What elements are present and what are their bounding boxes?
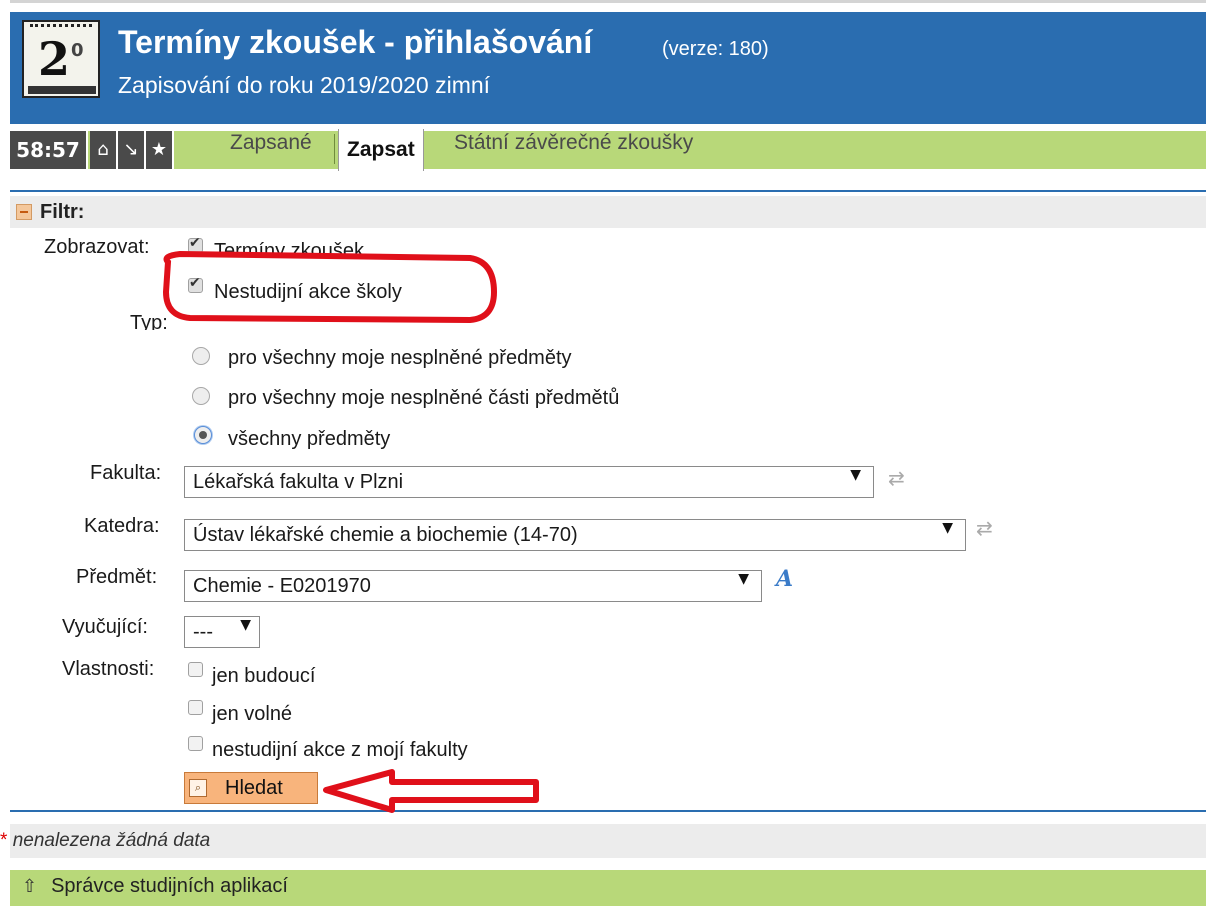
checkbox-nestudijni-akce-skoly[interactable] bbox=[188, 275, 203, 293]
faculty-label: Fakulta: bbox=[90, 462, 162, 484]
checkbox-jen-budouci[interactable] bbox=[188, 662, 203, 677]
calendar-icon: 2 0 bbox=[22, 20, 100, 98]
calendar-number: 2 bbox=[38, 32, 71, 86]
search-button[interactable]: ⌕ Hledat bbox=[184, 772, 318, 804]
checkbox-jen-volne-label: jen volné bbox=[212, 703, 293, 725]
checkbox-jen-budouci-label: jen budoucí bbox=[212, 665, 316, 687]
swap-icon[interactable]: ⇄ bbox=[976, 516, 993, 540]
chevron-down-icon: ▼ bbox=[240, 617, 251, 633]
show-label: Zobrazovat: bbox=[44, 236, 150, 258]
calendar-bar bbox=[28, 86, 96, 94]
checkbox-terminy-zkousek[interactable] bbox=[188, 235, 203, 253]
subject-select-value: Chemie - E0201970 bbox=[193, 575, 371, 597]
faculty-select-value: Lékařská fakulta v Plzni bbox=[193, 471, 404, 493]
filter-title: Filtr: bbox=[40, 201, 85, 223]
chevron-down-icon: ▼ bbox=[942, 520, 953, 536]
footer-link[interactable]: ⇧ Správce studijních aplikací bbox=[22, 875, 288, 898]
radio-nesplnene-predmety-label: pro všechny moje nesplněné předměty bbox=[228, 347, 572, 369]
section-divider bbox=[10, 810, 1206, 812]
page-subtitle: Zapisování do roku 2019/2020 zimní bbox=[118, 72, 491, 98]
properties-label: Vlastnosti: bbox=[62, 658, 155, 680]
search-button-label: Hledat bbox=[225, 777, 283, 799]
collapse-icon[interactable] bbox=[16, 204, 32, 220]
checkbox-nestudijni-akce-fakulty[interactable] bbox=[188, 736, 203, 751]
checkbox-jen-volne[interactable] bbox=[188, 700, 203, 715]
radio-vsechny-predmety-label: všechny předměty bbox=[228, 428, 391, 450]
subject-label: Předmět: bbox=[76, 566, 158, 588]
arrow-up-icon: ⇧ bbox=[22, 876, 38, 897]
no-data-message: * nenalezena žádná data bbox=[0, 830, 210, 852]
download-icon[interactable]: ↘ bbox=[118, 131, 146, 169]
filter-header bbox=[10, 196, 1206, 228]
session-timer: 58:57 bbox=[10, 131, 88, 169]
radio-nesplnene-casti-predmetu[interactable] bbox=[192, 387, 210, 405]
teacher-select[interactable]: --- ▼ bbox=[184, 616, 260, 648]
tab-zapsat[interactable]: Zapsat bbox=[338, 129, 424, 171]
radio-nesplnene-casti-predmetu-label: pro všechny moje nesplněné části předmět… bbox=[228, 387, 620, 409]
section-divider bbox=[10, 190, 1206, 192]
footer-link-label: Správce studijních aplikací bbox=[51, 875, 288, 897]
home-icon[interactable]: ⌂ bbox=[90, 131, 118, 169]
checkbox-nestudijni-akce-skoly-label: Nestudijní akce školy bbox=[214, 281, 402, 303]
checkbox-terminy-zkousek-label: Termíny zkoušek bbox=[214, 240, 365, 258]
type-label: Typ: bbox=[130, 312, 168, 330]
tab-separator bbox=[334, 134, 335, 164]
annotation-arrow bbox=[323, 769, 539, 813]
top-divider bbox=[10, 0, 1206, 3]
teacher-select-value: --- bbox=[193, 621, 213, 643]
chevron-down-icon: ▼ bbox=[738, 571, 749, 587]
star-icon[interactable]: ★ bbox=[146, 131, 174, 169]
faculty-select[interactable]: Lékařská fakulta v Plzni ▼ bbox=[184, 466, 874, 498]
checkbox-nestudijni-akce-fakulty-label: nestudijní akce z mojí fakulty bbox=[212, 739, 468, 761]
subject-select[interactable]: Chemie - E0201970 ▼ bbox=[184, 570, 762, 602]
chevron-down-icon: ▼ bbox=[850, 467, 861, 483]
tab-statni-zaverecne-zkousky[interactable]: Státní závěrečné zkoušky bbox=[446, 131, 701, 169]
page-title: Termíny zkoušek - přihlašování bbox=[118, 24, 593, 60]
search-icon: ⌕ bbox=[189, 779, 207, 797]
teacher-label: Vyučující: bbox=[62, 616, 148, 638]
required-star: * bbox=[0, 830, 8, 851]
department-select[interactable]: Ústav lékařské chemie a biochemie (14-70… bbox=[184, 519, 966, 551]
department-label: Katedra: bbox=[84, 515, 160, 537]
radio-nesplnene-predmety[interactable] bbox=[192, 347, 210, 365]
tab-zapsane[interactable]: Zapsané bbox=[222, 131, 320, 169]
no-data-text: nenalezena žádná data bbox=[12, 830, 211, 851]
swap-icon[interactable]: ⇄ bbox=[888, 466, 905, 490]
subject-lookup-icon[interactable]: A bbox=[776, 566, 793, 592]
calendar-small-digit: 0 bbox=[71, 40, 84, 61]
radio-vsechny-predmety[interactable] bbox=[194, 426, 212, 444]
version-label: (verze: 180) bbox=[662, 38, 769, 60]
department-select-value: Ústav lékařské chemie a biochemie (14-70… bbox=[193, 524, 578, 546]
